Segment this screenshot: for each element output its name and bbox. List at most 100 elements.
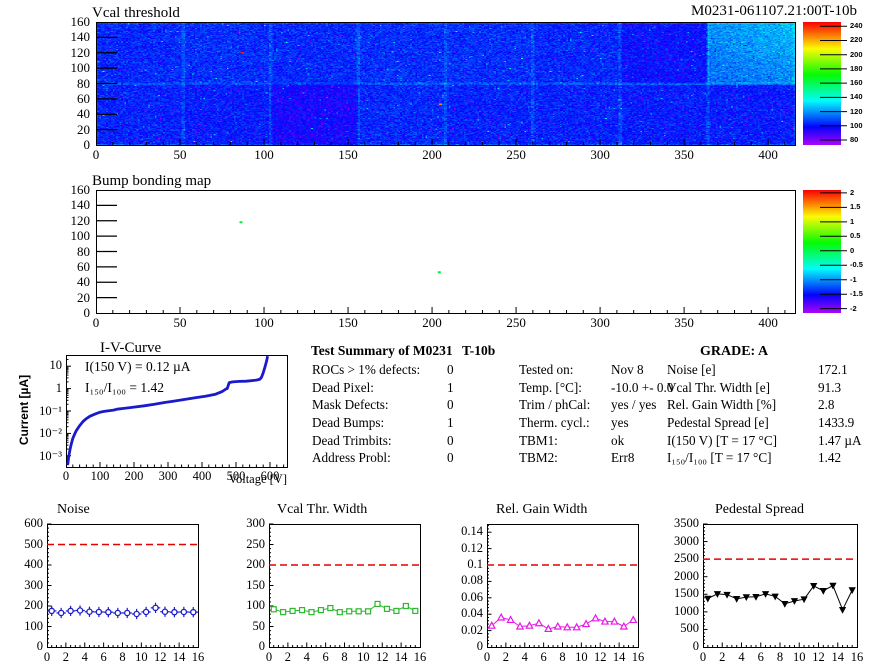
condition-value: yes / yes — [611, 397, 657, 413]
defect-value: 1 — [447, 379, 454, 395]
condition-value: Nov 8 — [611, 362, 644, 377]
iv-x-tick-label: 200 — [124, 469, 144, 483]
defect-row: Address Probl: 0 — [312, 450, 512, 468]
colorbar-tick-label: 160 — [850, 78, 863, 88]
condition-value: yes — [611, 415, 629, 431]
y-tick-label: 20 — [77, 289, 90, 305]
axis-labels-layer: 240 220 200 180 160 140 120 100 80 2 1.5 1 0.5 0 -0.5-… — [0, 0, 896, 672]
y-tick-label: 140 — [70, 197, 91, 213]
iv-x-tick-label: 300 — [158, 469, 178, 483]
colorbar-tick-label: -0.5 — [850, 260, 863, 270]
result-row: Vcal Thr. Width [e] 91.3 — [667, 380, 895, 398]
condition-row: Temp. [°C]: -10.0 +- 0.0 — [519, 379, 673, 398]
y-tick-label: 100 — [246, 598, 265, 612]
defect-row: ROCs > 1% defects: 0 — [312, 362, 512, 380]
y-tick-label: 500 — [680, 621, 699, 636]
y-tick-label: 60 — [77, 258, 90, 274]
defect-label: Address Probl: — [312, 450, 391, 466]
iv-x-tick-label: 0 — [62, 469, 70, 483]
x-tick-label: 400 — [758, 315, 778, 330]
condition-row: Trim / phCal: yes / yes — [519, 397, 669, 415]
colorbar-tick-label: 0 — [850, 245, 855, 255]
x-tick-label: 16 — [191, 650, 205, 664]
result-row: I(150 V) [T = 17 °C] 1.47 µA — [667, 433, 895, 451]
condition-label: TBM1: — [519, 432, 558, 448]
y-tick-label: 0.02 — [461, 622, 483, 637]
defect-row: Dead Trimbits: 0 — [312, 433, 512, 451]
colorbar-tick-label: -1 — [850, 274, 857, 284]
condition-label: Temp. [°C]: — [519, 379, 582, 395]
pedestal-plot-title: Pedestal Spread — [715, 502, 805, 517]
y-tick-label: 2000 — [674, 568, 699, 583]
colorbar-tick-label: 140 — [850, 92, 863, 102]
colorbar-tick-label: 2 — [850, 187, 855, 197]
condition-row: TBM2: Err8 — [519, 450, 669, 468]
defect-value: 0 — [447, 450, 454, 466]
bump-map-title: Bump bonding map — [92, 173, 212, 189]
defect-row: Mask Defects: 0 — [312, 397, 512, 415]
result-value: 1.47 µA — [818, 432, 862, 448]
summary-heading: Test Summary of M0231 — [311, 343, 453, 358]
module-id-label: M0231-061107.21:00T-10b — [691, 3, 857, 19]
y-tick-label: 150 — [246, 577, 265, 592]
colorbar-tick-label: -1.5 — [850, 289, 863, 299]
defect-row: Dead Pixel: 1 — [312, 380, 512, 398]
y-tick-label: 300 — [246, 516, 265, 530]
x-tick-label: 50 — [173, 315, 187, 330]
colorbar-tick-label: 200 — [850, 49, 863, 59]
x-tick-label: 200 — [422, 315, 442, 330]
y-tick-label: 0.1 — [467, 557, 483, 571]
summary-defects-column: ROCs > 1% defects: 0 Dead Pixel: 1 Mask Defe… — [312, 362, 512, 468]
y-tick-label: 0.06 — [461, 589, 483, 604]
result-label: Pedestal Spread [e] — [667, 415, 769, 431]
x-tick-label: 250 — [506, 147, 526, 162]
vcal-map-title: Vcal threshold — [92, 5, 180, 21]
x-tick-label: 16 — [631, 650, 645, 664]
noise-plot-title: Noise — [57, 502, 90, 517]
y-tick-label: 40 — [77, 274, 90, 290]
result-row: I₁₅₀/I₁₀₀ [T = 17 °C] 1.42 — [667, 450, 895, 468]
result-value: 2.8 — [818, 397, 835, 413]
y-tick-label: 1500 — [674, 586, 699, 601]
summary-conditions-column: Tested on: Nov 8 Temp. [°C]: -10.0 +- 0.0 Tr… — [519, 362, 673, 468]
iv-curve-title: I-V-Curve — [100, 340, 162, 356]
defect-label: Dead Bumps: — [312, 415, 385, 431]
y-tick-label: 300 — [24, 577, 43, 592]
result-value: 172.1 — [818, 362, 848, 377]
grade-label: GRADE: A — [700, 344, 769, 359]
x-tick-label: 150 — [338, 147, 358, 162]
result-label: Noise [e] — [667, 362, 716, 377]
y-tick-label: 3000 — [674, 533, 699, 548]
result-label: I₁₅₀/I₁₀₀ [T = 17 °C] — [667, 450, 772, 466]
y-tick-label: 2500 — [674, 551, 699, 566]
summary-results-column: Noise [e] 172.1 Vcal Thr. Width [e] 91.3 Rel… — [667, 362, 895, 468]
iv-x-tick-label: 100 — [90, 469, 110, 483]
y-tick-label: 500 — [24, 536, 43, 551]
iv-xaxis-label: Voltage [V] — [228, 472, 287, 486]
defect-value: 0 — [447, 397, 454, 413]
iv-yaxis-label: Current [µA] — [17, 374, 31, 446]
colorbar-tick-label: 120 — [850, 106, 863, 116]
x-tick-label: 250 — [506, 315, 526, 330]
defect-label: ROCs > 1% defects: — [312, 362, 421, 377]
x-tick-label: 16 — [413, 650, 427, 664]
result-value: 91.3 — [818, 379, 842, 395]
y-tick-label: 200 — [24, 598, 43, 612]
y-tick-label: 160 — [70, 14, 91, 29]
x-tick-label: 350 — [674, 315, 694, 330]
x-tick-label: 350 — [674, 147, 694, 162]
iv-annotation-ratio: I₁₅₀/I₁₀₀ = 1.42 — [85, 380, 164, 395]
y-tick-label: 250 — [246, 536, 265, 551]
y-tick-label: 200 — [246, 557, 265, 571]
y-tick-label: 400 — [24, 557, 43, 571]
colorbar-tick-label: 220 — [850, 35, 863, 45]
x-tick-label: 0 — [92, 147, 100, 162]
y-tick-label: 100 — [70, 228, 91, 244]
y-tick-label: 140 — [70, 29, 91, 45]
result-label: I(150 V) [T = 17 °C] — [667, 432, 778, 448]
y-tick-label: 120 — [70, 44, 91, 60]
colorbar-tick-label: 100 — [850, 120, 863, 130]
y-tick-label: 0.04 — [461, 606, 483, 621]
result-row: Rel. Gain Width [%] 2.8 — [667, 397, 895, 415]
condition-row: TBM1: ok — [519, 433, 669, 451]
